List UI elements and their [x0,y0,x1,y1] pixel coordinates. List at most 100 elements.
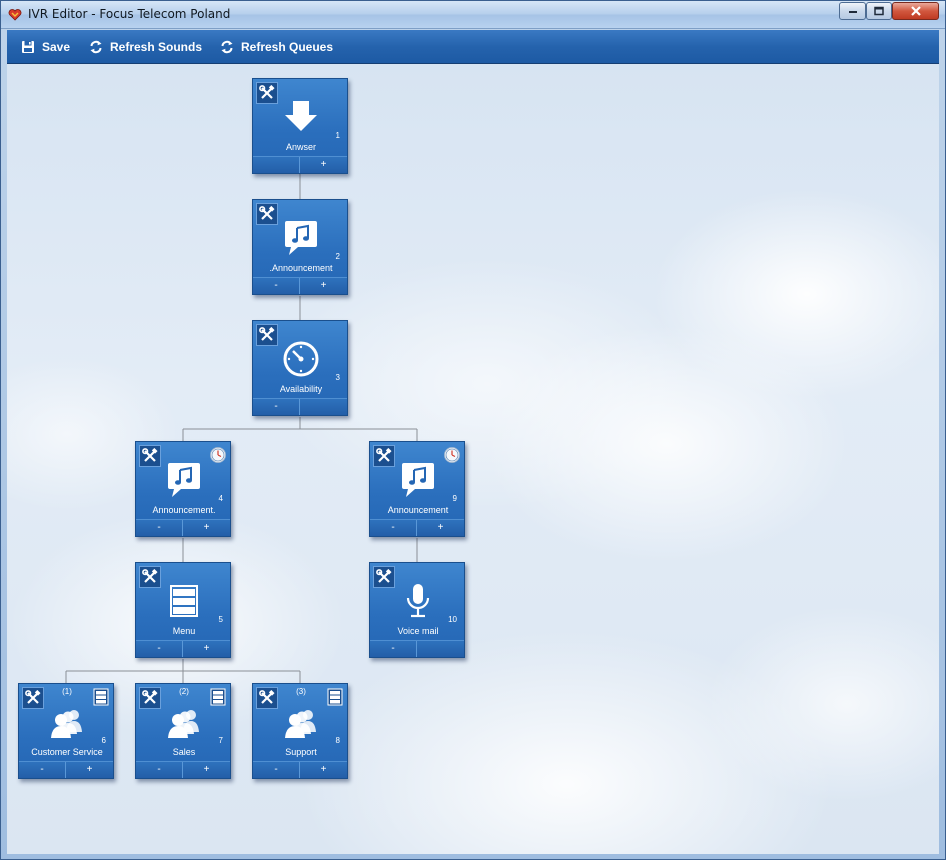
window-title: IVR Editor - Focus Telecom Poland [28,7,231,21]
menu-icon [164,581,204,621]
tools-icon [259,206,275,220]
node-label: Anwser [285,142,316,152]
node-number: 9 [452,494,457,503]
node-remove-button[interactable]: - [136,520,183,536]
node-settings-button[interactable] [139,566,161,588]
node-label: Sales [172,747,196,757]
node-number: 7 [218,736,223,745]
node-remove-button[interactable]: - [136,762,183,778]
node-footer: - + [370,519,464,536]
close-button[interactable] [892,2,939,20]
node-remove-button[interactable]: - [370,520,417,536]
tools-icon [376,569,392,583]
refresh-icon [90,40,102,54]
schedule-clock-icon[interactable] [209,446,227,464]
node-label: Announcement [387,505,449,515]
maximize-icon [874,6,884,16]
node-label: Availability [279,384,323,394]
node-settings-button[interactable] [139,445,161,467]
tools-icon [142,569,158,583]
save-label: Save [42,40,71,54]
node-footer: - + [136,640,230,657]
node-remove-button[interactable]: - [253,278,300,294]
node-add-button[interactable] [417,641,464,657]
node-remove-button[interactable]: - [253,399,300,415]
maximize-button[interactable] [866,2,892,20]
ivr-node-8[interactable]: (3) 8 Support - + [252,683,348,779]
node-add-button[interactable]: + [300,278,347,294]
ivr-node-9[interactable]: 9 Announcement - + [369,441,465,537]
tools-icon [142,448,158,462]
refresh-sounds-button[interactable]: Refresh Sounds [89,30,202,64]
node-remove-button[interactable]: - [19,762,66,778]
ivr-flow-canvas: 1 Anwser + 2 .Announcement - + 3 Availab… [7,64,939,854]
node-remove-button[interactable]: - [253,762,300,778]
arrow-down-icon [281,97,321,137]
ivr-node-4[interactable]: 4 Announcement. - + [135,441,231,537]
music-message-icon [281,218,321,258]
node-footer: - + [136,519,230,536]
toolbar: Save Refresh Sounds Refresh Queues [7,30,939,64]
users-icon [164,702,204,742]
queue-menu-icon[interactable] [93,688,109,706]
node-settings-button[interactable] [256,324,278,346]
node-number: 3 [335,373,340,382]
tools-icon [259,327,275,341]
node-settings-button[interactable] [373,566,395,588]
node-number: 2 [335,252,340,261]
node-number: 10 [448,615,457,624]
ivr-node-1[interactable]: 1 Anwser + [252,78,348,174]
music-message-icon [398,460,438,500]
node-label: Voice mail [397,626,439,636]
refresh-queues-label: Refresh Queues [241,40,334,54]
node-label: Announcement. [152,505,216,515]
node-add-button[interactable]: + [183,762,230,778]
ivr-node-10[interactable]: 10 Voice mail - [369,562,465,658]
ivr-node-7[interactable]: (2) 7 Sales - + [135,683,231,779]
ivr-node-5[interactable]: 5 Menu - + [135,562,231,658]
node-add-button[interactable]: + [300,762,347,778]
refresh-sounds-label: Refresh Sounds [110,40,203,54]
refresh-icon [221,40,233,54]
users-icon [281,702,321,742]
node-add-button[interactable]: + [183,520,230,536]
node-footer: - + [136,761,230,778]
node-remove-button[interactable]: - [136,641,183,657]
node-label: Customer Service [31,747,103,757]
node-remove-button[interactable]: - [370,641,417,657]
node-settings-button[interactable] [256,203,278,225]
node-number: 4 [218,494,223,503]
ivr-node-3[interactable]: 3 Availability - [252,320,348,416]
minimize-button[interactable] [839,2,866,20]
node-add-button[interactable]: + [66,762,113,778]
node-add-button[interactable]: + [417,520,464,536]
schedule-clock-icon[interactable] [443,446,461,464]
ivr-editor-window: IVR Editor - Focus Telecom Poland Save R… [0,0,946,860]
save-button[interactable]: Save [21,30,70,64]
ivr-node-6[interactable]: (1) 6 Customer Service - + [18,683,114,779]
node-label: .Announcement [269,263,333,273]
node-add-button[interactable]: + [183,641,230,657]
node-number: 1 [335,131,340,140]
close-icon [910,6,921,16]
node-number: 5 [218,615,223,624]
node-number: 8 [335,736,340,745]
node-label: Support [285,747,317,757]
node-footer: + [253,156,347,173]
node-add-button[interactable]: + [300,157,347,173]
node-add-button[interactable] [300,399,347,415]
title-bar[interactable]: IVR Editor - Focus Telecom Poland [1,1,945,29]
node-footer: - + [19,761,113,778]
node-footer: - + [253,761,347,778]
refresh-queues-button[interactable]: Refresh Queues [220,30,333,64]
ivr-node-2[interactable]: 2 .Announcement - + [252,199,348,295]
queue-menu-icon[interactable] [210,688,226,706]
node-settings-button[interactable] [256,82,278,104]
clock-icon [281,339,321,379]
node-number: 6 [101,736,106,745]
node-remove-button[interactable] [253,157,300,173]
queue-menu-icon[interactable] [327,688,343,706]
node-footer: - + [253,277,347,294]
music-message-icon [164,460,204,500]
node-settings-button[interactable] [373,445,395,467]
